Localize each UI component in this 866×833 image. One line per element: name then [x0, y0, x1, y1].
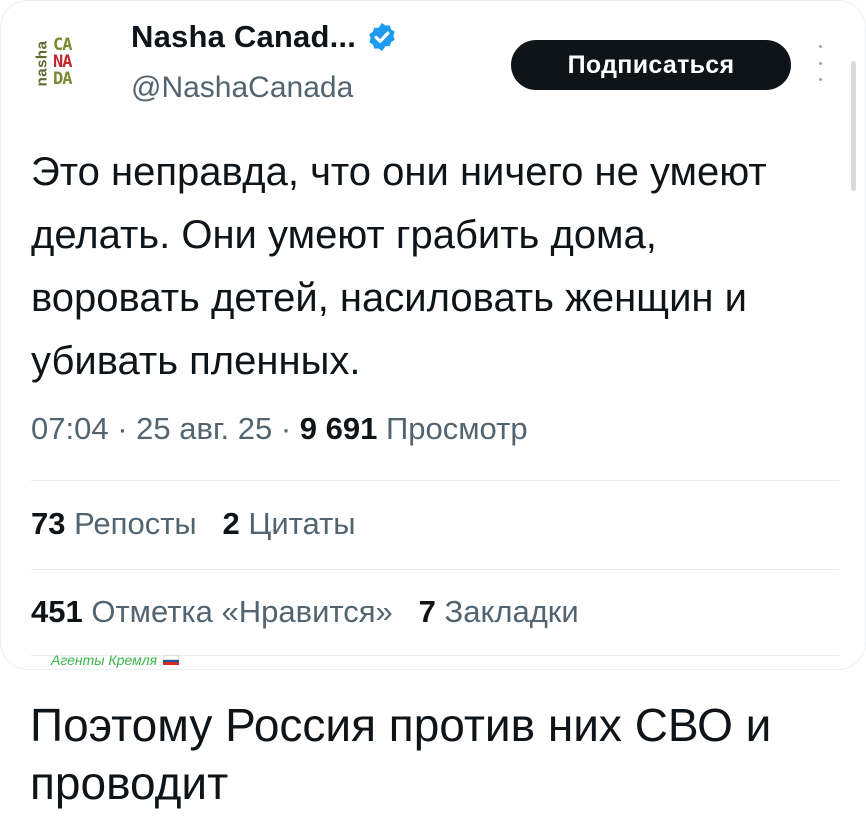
quotes-label: Цитаты — [248, 506, 356, 541]
avatar-logo-line-3: DA — [53, 69, 72, 89]
tweet-time[interactable]: 07:04 — [31, 411, 109, 446]
views-count: 9 691 — [299, 411, 378, 446]
more-options-icon[interactable] — [817, 45, 823, 81]
avatar[interactable]: nasha CA NA DA — [27, 27, 99, 99]
verified-badge-icon — [369, 23, 395, 51]
bookmarks-stat[interactable]: 7 Закладки — [419, 594, 579, 629]
repost-stats: 73 Репосты 2 Цитаты — [31, 506, 356, 542]
meta-separator-1: · — [117, 411, 128, 446]
author-display-name[interactable]: Nasha Canad... — [131, 19, 356, 55]
divider-1 — [31, 480, 839, 481]
avatar-side-text: nasha — [33, 40, 51, 86]
reposts-count: 73 — [31, 506, 66, 541]
bookmarks-count: 7 — [418, 594, 436, 629]
tweet-date[interactable]: 25 авг. 25 — [136, 411, 272, 446]
avatar-logo: CA NA DA — [53, 37, 93, 88]
meta-separator-2: · — [280, 411, 292, 446]
bookmarks-label: Закладки — [444, 594, 579, 629]
subscribe-button[interactable]: Подписаться — [511, 40, 791, 90]
watermark-text: Агенты Кремля — [51, 652, 158, 668]
author-name-row: Nasha Canad... — [131, 19, 398, 55]
likes-count: 451 — [31, 594, 83, 629]
tweet-text: Это неправда, что они ничего не умеют де… — [31, 150, 767, 383]
avatar-side-text-box: nasha — [33, 33, 51, 93]
likes-stat[interactable]: 451 Отметка «Нравится» — [31, 594, 401, 629]
reposts-stat[interactable]: 73 Репосты — [31, 506, 205, 541]
russian-flag-icon — [163, 655, 180, 666]
watermark: Агенты Кремля — [51, 652, 180, 668]
caption-text: Поэтому Россия против них СВО и проводит — [30, 699, 772, 809]
views-label: Просмотр — [385, 411, 528, 446]
reposts-label: Репосты — [74, 506, 197, 541]
likes-label: Отметка «Нравится» — [91, 594, 393, 629]
quotes-count: 2 — [222, 506, 240, 541]
scrollbar[interactable] — [851, 61, 856, 191]
divider-2 — [31, 569, 839, 570]
tweet-meta: 07:04 · 25 авг. 25 · 9 691 Просмотр — [31, 411, 528, 447]
like-stats: 451 Отметка «Нравится» 7 Закладки — [31, 594, 579, 630]
tweet-card: nasha CA NA DA Nasha Canad... @NashaCana… — [0, 0, 866, 670]
quotes-stat[interactable]: 2 Цитаты — [223, 506, 356, 541]
author-handle[interactable]: @NashaCanada — [131, 71, 353, 105]
